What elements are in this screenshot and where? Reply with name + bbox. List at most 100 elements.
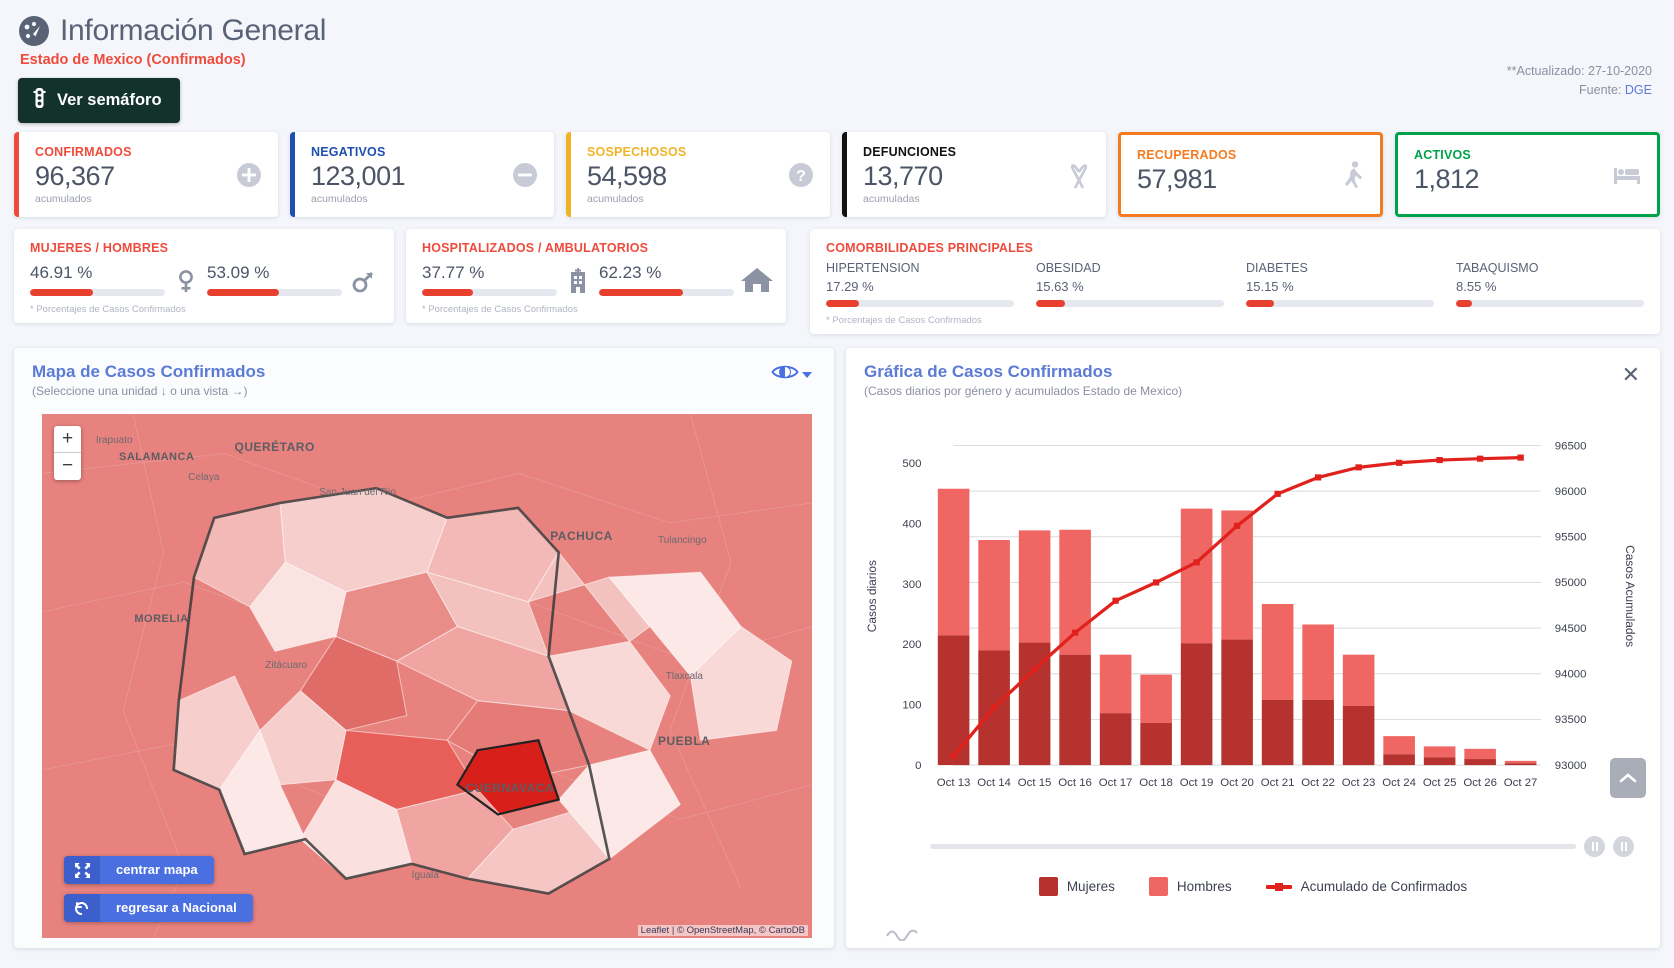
map-label: Celaya	[188, 471, 220, 483]
stat-value: 123,001	[311, 161, 406, 191]
svg-text:Oct 25: Oct 25	[1423, 777, 1457, 789]
svg-text:400: 400	[902, 519, 921, 531]
source-label: Fuente:	[1579, 83, 1622, 98]
comorbidities-panel-title: COMORBILIDADES PRINCIPALES	[826, 241, 1034, 255]
stat-text: RECUPERADOS 57,981	[1137, 148, 1236, 195]
comorbidity-bar-track	[1456, 300, 1644, 307]
legend-item-hombres[interactable]: Hombres	[1148, 877, 1232, 896]
ver-semaforo-button[interactable]: Ver semáforo	[18, 78, 180, 123]
comorbidity-value: 15.63 %	[1036, 279, 1084, 294]
stat-card-sospechosos[interactable]: SOSPECHOSOS 54,598 acumulados?	[566, 132, 830, 217]
comorbidities-grid: HIPERTENSION 17.29 % OBESIDAD 15.63 % DIABET…	[826, 261, 1644, 307]
svg-text:Oct 17: Oct 17	[1099, 777, 1133, 789]
svg-text:300: 300	[902, 579, 921, 591]
comorbidity-bar-track	[1036, 300, 1224, 307]
covid-cases-chart[interactable]: 93000 93500 94000 94500 95000 95500 96000 96500…	[846, 410, 1660, 830]
stat-card-confirmados[interactable]: CONFIRMADOS 96,367 acumulados	[14, 132, 278, 217]
pause-icon-secondary[interactable]	[1613, 836, 1634, 857]
main-panels: Mapa de Casos Confirmados (Seleccione un…	[0, 334, 1674, 948]
svg-text:93000: 93000	[1555, 760, 1587, 772]
svg-text:Oct 13: Oct 13	[937, 777, 971, 789]
svg-text:94500: 94500	[1555, 623, 1587, 635]
hospital-bed-icon	[1613, 164, 1641, 186]
women-unit: 46.91 %	[30, 263, 165, 296]
stat-label: RECUPERADOS	[1137, 148, 1237, 162]
page-subtitle: Estado de Mexico (Confirmados)	[20, 52, 246, 68]
svg-text:Oct 26: Oct 26	[1463, 777, 1497, 789]
svg-text:Casos diarios: Casos diarios	[865, 560, 879, 632]
gender-panel-title: MUJERES / HOMBRES	[30, 241, 169, 255]
hospitalized-value: 37.77 %	[422, 263, 485, 282]
male-symbol-icon	[348, 270, 378, 296]
stat-cards: CONFIRMADOS 96,367 acumulados NEGATIVOS 123,…	[0, 132, 1674, 217]
eye-icon	[771, 362, 799, 387]
stat-card-recuperados[interactable]: RECUPERADOS 57,981	[1118, 132, 1383, 217]
comorbidity-value: 8.55 %	[1456, 279, 1497, 294]
svg-text:Casos Acumulados: Casos Acumulados	[1623, 545, 1637, 647]
zoom-out-button[interactable]: −	[54, 453, 81, 480]
comorbidity-bar-track	[826, 300, 1014, 307]
zoom-in-button[interactable]: +	[54, 426, 81, 453]
back-to-national-label: regresar a Nacional	[116, 900, 237, 915]
svg-text:Oct 23: Oct 23	[1342, 777, 1376, 789]
women-bar-track	[30, 289, 165, 296]
pause-icon[interactable]	[1584, 836, 1605, 857]
map-panel-subtitle: (Seleccione una unidad ↓ o una vista →)	[32, 384, 248, 398]
men-value: 53.09 %	[207, 263, 270, 282]
wave-decoration-icon	[886, 925, 920, 946]
svg-text:?: ?	[796, 168, 806, 185]
map-panel: Mapa de Casos Confirmados (Seleccione un…	[14, 348, 834, 948]
ambulatory-bar-track	[599, 289, 734, 296]
chart-panel-subtitle: (Casos diarios por género y acumulados E…	[864, 384, 1183, 398]
svg-text:94000: 94000	[1555, 669, 1587, 681]
hospitalized-unit: 37.77 %	[422, 263, 557, 296]
gender-footnote: * Porcentajes de Casos Confirmados	[30, 304, 186, 315]
stat-card-negativos[interactable]: NEGATIVOS 123,001 acumulados	[290, 132, 554, 217]
stat-label: DEFUNCIONES	[863, 145, 957, 159]
hospitalized-bar-track	[422, 289, 557, 296]
stat-sub: acumulados	[587, 193, 644, 205]
source-row: Fuente: DGE	[1507, 81, 1652, 100]
stat-value: 96,367	[35, 161, 115, 191]
map-zoom-controls[interactable]: + −	[54, 426, 81, 480]
scroll-to-top-button[interactable]	[1610, 758, 1646, 798]
map-panel-header: Mapa de Casos Confirmados (Seleccione un…	[14, 348, 834, 406]
source-link[interactable]: DGE	[1625, 83, 1652, 97]
svg-text:Oct 19: Oct 19	[1180, 777, 1214, 789]
comorbidity-name: OBESIDAD	[1036, 261, 1101, 275]
chart-panel-header: Gráfica de Casos Confirmados (Casos diar…	[846, 348, 1660, 406]
chart-panel: Gráfica de Casos Confirmados (Casos diar…	[846, 348, 1660, 948]
map-canvas[interactable]: Irapuato SALAMANCA QUERÉTARO Celaya San Juan…	[42, 414, 812, 938]
center-map-button[interactable]: centrar mapa	[64, 856, 214, 884]
chart-scrollbar[interactable]	[930, 844, 1576, 849]
map-attribution: Leaflet | © OpenStreetMap, © CartoDB	[637, 925, 808, 936]
legend-item-mujeres[interactable]: Mujeres	[1038, 877, 1115, 896]
legend-label: Hombres	[1176, 879, 1232, 894]
svg-text:100: 100	[902, 700, 921, 712]
stat-card-activos[interactable]: ACTIVOS 1,812	[1395, 132, 1660, 217]
map-panel-title: Mapa de Casos Confirmados	[32, 362, 266, 381]
hospital-building-icon	[563, 268, 593, 296]
legend-item-acumulado[interactable]: Acumulado de Confirmados	[1265, 879, 1468, 894]
walking-person-icon	[1344, 161, 1364, 189]
chart-scrollbar-row[interactable]	[846, 830, 1660, 857]
map-label: San Juan del Río	[319, 487, 396, 499]
back-to-national-button[interactable]: regresar a Nacional	[64, 894, 253, 922]
page-title: Información General	[60, 14, 327, 47]
ambulatory-value: 62.23 %	[599, 263, 662, 282]
stat-text: CONFIRMADOS 96,367 acumulados	[35, 145, 132, 205]
close-icon[interactable]: ✕	[1622, 364, 1640, 386]
legend-label: Acumulado de Confirmados	[1300, 879, 1468, 894]
comorbidities-footnote: * Porcentajes de Casos Confirmados	[826, 315, 982, 326]
undo-icon	[64, 894, 100, 922]
legend-swatch	[1038, 877, 1058, 896]
comorbidity-name: DIABETES	[1246, 261, 1308, 275]
map-view-toggle[interactable]	[771, 362, 812, 387]
men-unit: 53.09 %	[207, 263, 342, 296]
stat-card-defunciones[interactable]: DEFUNCIONES 13,770 acumuladas	[842, 132, 1106, 217]
map-label: QUERÉTARO	[234, 440, 315, 455]
ver-semaforo-label: Ver semáforo	[57, 91, 162, 109]
comorbidity-diabetes: DIABETES 15.15 %	[1246, 261, 1434, 307]
stat-label: ACTIVOS	[1414, 148, 1471, 162]
comorbidity-tabaquismo: TABAQUISMO 8.55 %	[1456, 261, 1644, 307]
